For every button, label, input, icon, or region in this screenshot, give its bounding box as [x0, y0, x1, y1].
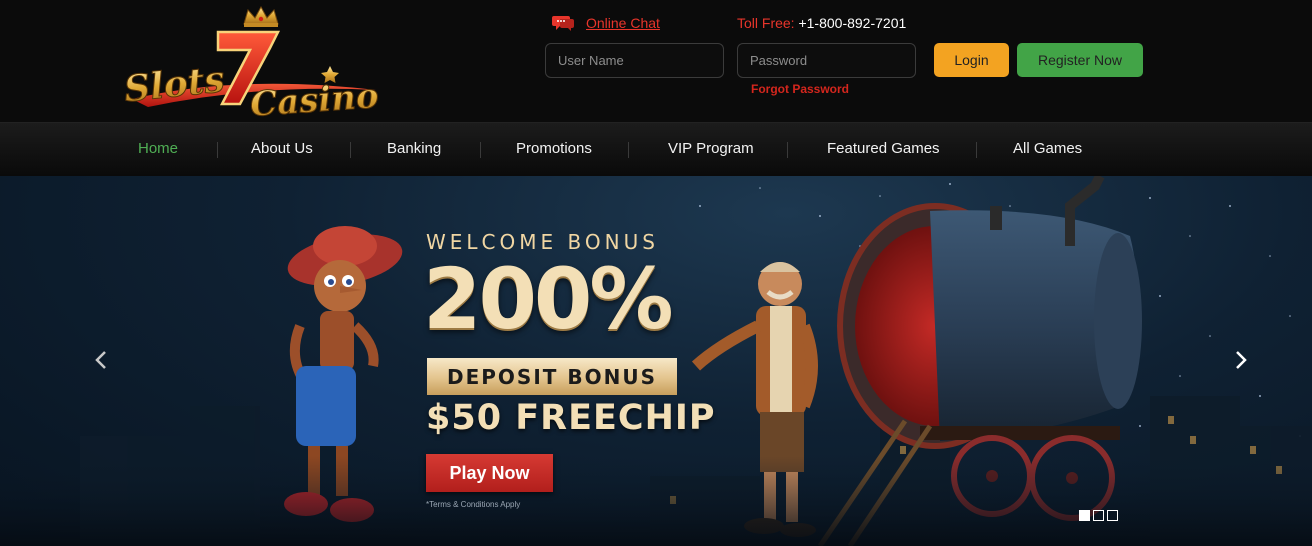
nav-item-home[interactable]: Home [138, 123, 178, 177]
chat-icon [552, 16, 574, 31]
nav-item-vip-program[interactable]: VIP Program [668, 123, 754, 177]
site-header: Slots Casino Online Chat Toll Free: +1-8… [0, 0, 1312, 125]
nav-divider [787, 142, 788, 158]
slider-pagination [1079, 510, 1118, 521]
play-now-button[interactable]: Play Now [426, 454, 553, 492]
nav-item-promotions[interactable]: Promotions [516, 123, 592, 177]
slide-indicator-2[interactable] [1093, 510, 1104, 521]
toll-free-label: Toll Free: [737, 15, 795, 31]
register-button[interactable]: Register Now [1017, 43, 1143, 77]
slide-indicator-1[interactable] [1079, 510, 1090, 521]
slide-indicator-3[interactable] [1107, 510, 1118, 521]
svg-text:Casino: Casino [249, 76, 380, 120]
nav-item-featured-games[interactable]: Featured Games [827, 123, 940, 177]
svg-text:Slots: Slots [122, 58, 226, 110]
nav-divider [628, 142, 629, 158]
nav-divider [217, 142, 218, 158]
chevron-right-icon[interactable] [1228, 348, 1252, 372]
nav-divider [350, 142, 351, 158]
deposit-bonus-banner: DEPOSIT BONUS [427, 358, 677, 395]
login-button[interactable]: Login [934, 43, 1009, 77]
logo-graphic: Slots Casino [122, 5, 380, 125]
crown-icon [243, 5, 279, 27]
terms-note[interactable]: *Terms & Conditions Apply [426, 500, 520, 509]
nav-item-banking[interactable]: Banking [387, 123, 441, 177]
nav-item-all-games[interactable]: All Games [1013, 123, 1082, 177]
nav-divider [480, 142, 481, 158]
password-input[interactable] [737, 43, 916, 78]
nav-item-about-us[interactable]: About Us [251, 123, 313, 177]
hero-banner: WELCOME BONUS 200% DEPOSIT BONUS $50 FRE… [0, 176, 1312, 546]
main-nav: Home About Us Banking Promotions VIP Pro… [0, 122, 1312, 176]
online-chat-link[interactable]: Online Chat [586, 15, 660, 31]
nav-divider [976, 142, 977, 158]
promo-panel: WELCOME BONUS 200% DEPOSIT BONUS $50 FRE… [0, 176, 1312, 546]
promo-percentage: 200% [423, 250, 674, 348]
username-input[interactable] [545, 43, 724, 78]
forgot-password-link[interactable]: Forgot Password [751, 82, 849, 96]
chevron-left-icon[interactable] [90, 348, 114, 372]
toll-free-number[interactable]: +1-800-892-7201 [798, 15, 906, 31]
site-logo[interactable]: Slots Casino [118, 4, 386, 125]
freechip-offer: $50 FREECHIP [426, 398, 716, 438]
toll-free-info: Toll Free: +1-800-892-7201 [737, 15, 906, 31]
online-chat[interactable]: Online Chat [552, 14, 660, 32]
